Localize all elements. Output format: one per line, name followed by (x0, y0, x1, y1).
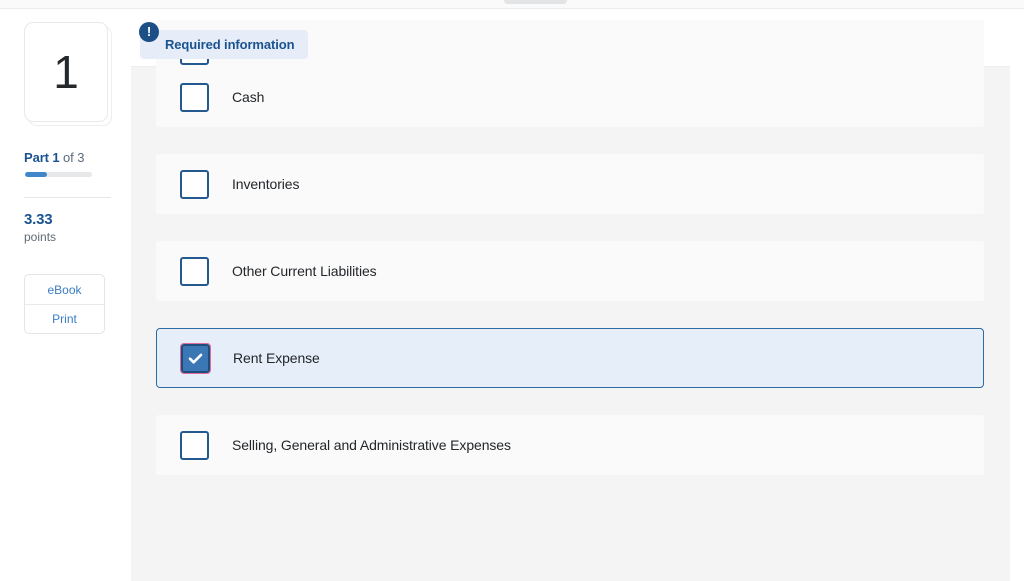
question-content-panel: ! Required information Cash Inventories Ot… (131, 9, 1010, 581)
checkbox-wrapper[interactable] (156, 256, 232, 286)
required-information-label: Required information (165, 37, 295, 52)
checkbox-unchecked-icon[interactable] (179, 169, 209, 199)
window-drag-handle[interactable] (504, 0, 567, 4)
print-button[interactable]: Print (25, 304, 104, 333)
question-number: 1 (53, 46, 79, 98)
checkbox-checked-icon[interactable] (179, 342, 211, 374)
tool-button-group: eBook Print (24, 274, 105, 334)
option-list: Cash Inventories Other Current Liabilities… (131, 20, 1010, 581)
question-card-face: 1 (24, 22, 108, 122)
option-label: Inventories (232, 176, 300, 192)
ebook-button[interactable]: eBook (25, 275, 104, 304)
part-progress-fill (25, 172, 48, 177)
checkbox-wrapper[interactable] (156, 82, 232, 112)
option-row[interactable]: Other Current Liabilities (156, 241, 984, 301)
question-sidebar: 1 Part 1 of 3 3.33 points eBook Print (0, 9, 131, 581)
option-label: Other Current Liabilities (232, 263, 377, 279)
checkbox-wrapper[interactable] (156, 430, 232, 460)
checkbox-unchecked-icon[interactable] (179, 256, 209, 286)
sidebar-divider (24, 197, 111, 198)
option-row[interactable]: Selling, General and Administrative Expe… (156, 415, 984, 475)
exclamation-icon-glyph: ! (146, 24, 152, 39)
option-row[interactable]: Inventories (156, 154, 984, 214)
checkbox-unchecked-icon[interactable] (179, 430, 209, 460)
part-progress-bar (25, 172, 92, 177)
part-current: Part 1 (24, 150, 60, 165)
right-gutter (1010, 9, 1024, 581)
checkbox-unchecked-icon[interactable] (179, 82, 209, 112)
checkbox-wrapper[interactable] (156, 169, 232, 199)
option-label: Rent Expense (233, 350, 320, 366)
checkbox-wrapper[interactable] (157, 342, 233, 374)
required-information-banner: ! Required information (139, 22, 309, 59)
option-label: Selling, General and Administrative Expe… (232, 437, 511, 453)
question-number-card: 1 (24, 22, 112, 126)
part-indicator: Part 1 of 3 (24, 150, 84, 165)
exclamation-icon: ! (139, 22, 159, 42)
points-label: points (24, 230, 57, 244)
option-row[interactable]: Rent Expense (156, 328, 984, 388)
option-label: Cash (232, 89, 265, 105)
points-value: 3.33 (24, 211, 53, 228)
part-total: of 3 (59, 150, 85, 165)
option-row[interactable]: Cash (156, 67, 984, 127)
